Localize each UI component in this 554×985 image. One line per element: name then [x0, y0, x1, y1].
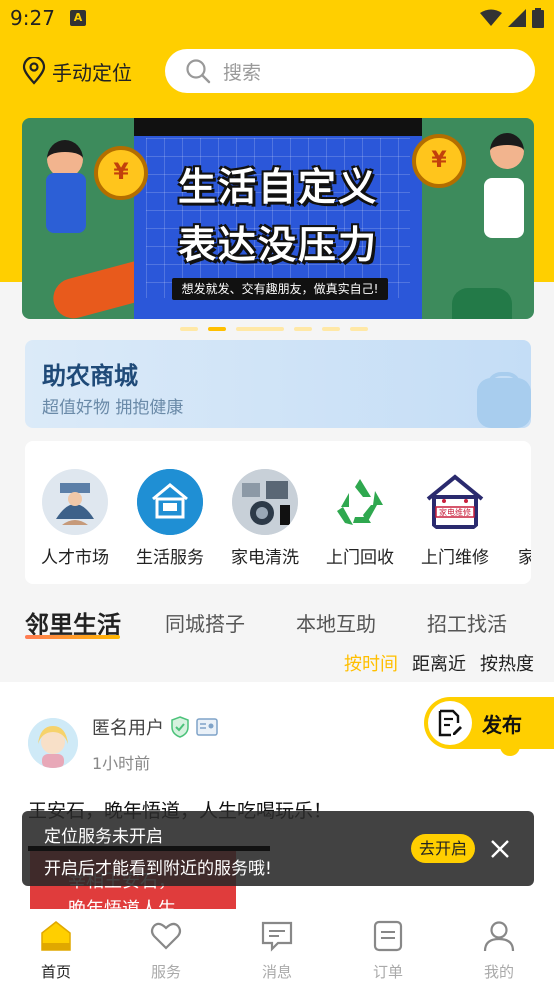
- location-pin-icon: [22, 57, 46, 85]
- tab-active-indicator: [25, 635, 120, 639]
- post-time: 1小时前: [92, 754, 151, 773]
- toast-message: 开启后才能看到附近的服务哦!: [44, 859, 272, 879]
- recycle-icon: [327, 469, 393, 535]
- life-service-icon: [137, 469, 203, 535]
- publish-button[interactable]: 发布: [424, 697, 554, 749]
- banner-person-right: [490, 133, 524, 169]
- location-label: 手动定位: [52, 60, 132, 85]
- close-icon[interactable]: [488, 837, 512, 861]
- service-item-home-repair[interactable]: 家电维修 上门维修: [415, 469, 495, 568]
- tab-jobs[interactable]: 招工找活: [427, 608, 507, 637]
- service-label: 人才市场: [41, 548, 109, 568]
- profile-icon: [483, 921, 515, 952]
- shopping-bag-icon: [477, 378, 531, 428]
- talent-market-icon: [42, 469, 108, 535]
- wifi-icon: [480, 9, 502, 26]
- service-item-partial[interactable]: 家: [510, 469, 531, 568]
- status-time: 9:27: [10, 6, 55, 30]
- order-icon: [373, 920, 403, 952]
- tab-city-buddies[interactable]: 同城搭子: [165, 608, 245, 637]
- location-toast: 定位服务未开启 开启后才能看到附近的服务哦! 去开启: [22, 811, 534, 886]
- carousel-dot-active: [208, 327, 226, 331]
- location-selector[interactable]: 手动定位: [22, 56, 132, 86]
- banner-caption: 想发就发、交有趣朋友，做真实自己!: [172, 278, 388, 300]
- id-card-icon: [196, 718, 218, 736]
- carousel-dot: [180, 327, 198, 331]
- notification-icon: A: [70, 10, 86, 26]
- partial-service-icon: [517, 469, 531, 535]
- sort-by-distance[interactable]: 距离近: [412, 650, 466, 676]
- carousel-dot: [350, 327, 368, 331]
- service-item-recycle[interactable]: 上门回收: [320, 469, 400, 568]
- verified-shield-icon: [171, 716, 189, 738]
- sort-by-popularity[interactable]: 按热度: [480, 650, 534, 676]
- home-repair-icon: 家电维修: [422, 469, 488, 535]
- nav-orders[interactable]: 订单: [348, 919, 428, 982]
- nav-label: 服务: [150, 963, 181, 981]
- post-author-name: 匿名用户: [92, 718, 164, 739]
- service-grid: 人才市场 生活服务 家电清洗 上门回收 家电维修 上门维修 家: [25, 441, 531, 584]
- post-image-text-2: 晚年悟道人生: [68, 899, 176, 910]
- service-label: 家电清洗: [231, 548, 299, 568]
- banner-carousel[interactable]: 生活自定义 表达没压力 想发就发、交有趣朋友，做真实自己! ¥ ¥: [22, 118, 534, 319]
- service-item-appliance-cleaning[interactable]: 家电清洗: [225, 469, 305, 568]
- service-item-talent-market[interactable]: 人才市场: [35, 469, 115, 568]
- feed-tabs: 邻里生活 同城搭子 本地互助 招工找活: [0, 600, 554, 650]
- publish-icon: [428, 701, 472, 745]
- banner-headline-2: 表达没压力: [177, 223, 378, 267]
- coin-icon: ¥: [94, 146, 148, 200]
- promo-card-agri-mall[interactable]: 助农商城 超值好物 拥抱健康: [25, 340, 531, 428]
- carousel-dot: [236, 327, 284, 331]
- banner-person-right-body: [484, 178, 524, 238]
- bottom-nav: 首页 服务 消息 订单 我的: [0, 909, 554, 985]
- carousel-indicator: [180, 327, 368, 331]
- search-placeholder: 搜索: [223, 61, 262, 84]
- heart-icon: [150, 922, 182, 950]
- svg-text:家电维修: 家电维修: [439, 507, 471, 517]
- nav-profile[interactable]: 我的: [459, 919, 539, 982]
- nav-label: 首页: [40, 963, 71, 981]
- service-label: 上门维修: [421, 548, 489, 568]
- promo-subtitle: 超值好物 拥抱健康: [42, 398, 184, 418]
- nav-label: 消息: [261, 963, 292, 981]
- banner-board-top: [134, 118, 422, 136]
- post-author: 匿名用户: [92, 714, 218, 740]
- battery-icon: [532, 8, 544, 28]
- banner-person-right-leg: [452, 288, 512, 319]
- status-icons: [480, 8, 544, 28]
- appliance-cleaning-icon: [232, 469, 298, 535]
- carousel-dot: [322, 327, 340, 331]
- banner-headline-1: 生活自定义: [177, 165, 378, 209]
- carousel-dot: [294, 327, 312, 331]
- banner-person-left-body: [46, 173, 86, 233]
- signal-icon: [508, 9, 526, 27]
- service-label: 家: [518, 548, 531, 568]
- tab-local-help[interactable]: 本地互助: [296, 608, 376, 637]
- service-label: 上门回收: [326, 548, 394, 568]
- status-bar: 9:27 A: [0, 0, 554, 36]
- nav-label: 我的: [483, 963, 514, 981]
- nav-service[interactable]: 服务: [126, 919, 206, 982]
- nav-home[interactable]: 首页: [16, 919, 96, 982]
- home-icon: [41, 921, 71, 951]
- message-icon: [261, 921, 293, 952]
- search-icon: [186, 59, 211, 84]
- nav-messages[interactable]: 消息: [237, 919, 317, 982]
- toast-divider: [28, 846, 270, 851]
- publish-label: 发布: [482, 712, 522, 737]
- enable-location-button[interactable]: 去开启: [411, 834, 475, 863]
- service-label: 生活服务: [136, 548, 204, 568]
- sort-by-time[interactable]: 按时间: [344, 650, 398, 676]
- nav-label: 订单: [372, 963, 403, 981]
- search-input[interactable]: 搜索: [165, 49, 535, 93]
- service-item-life-service[interactable]: 生活服务: [130, 469, 210, 568]
- avatar[interactable]: [28, 718, 78, 768]
- sort-options: 按时间 距离近 按热度: [344, 650, 534, 676]
- coin-icon: ¥: [412, 134, 466, 188]
- toast-title: 定位服务未开启: [44, 827, 163, 847]
- promo-title: 助农商城: [42, 362, 138, 390]
